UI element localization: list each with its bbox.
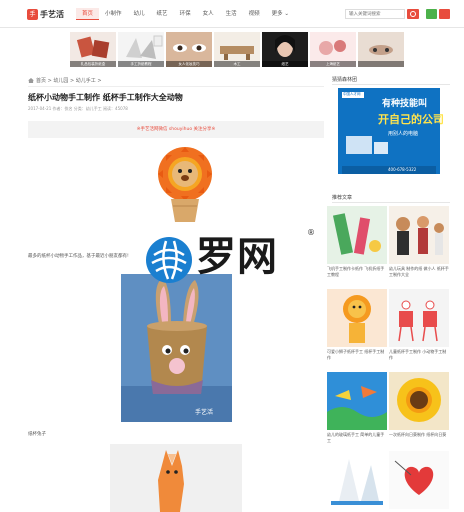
sidebar-ad[interactable]: 中国人才网 有种技能叫 开自己的公司 用别人的电脑 400-678-5322 <box>338 88 444 174</box>
article-meta: 2017-04-21 作者：佚名 分类：幼儿手工 阅读：45078 <box>28 106 128 111</box>
caption-paragraph: 纸杯兔子 <box>28 432 46 437</box>
featured-strip: 礼品包装折纸盒 手工折纸教程 女人化妆技巧 木工 纸艺 上海纸艺 <box>70 32 406 67</box>
sidebar-article-card[interactable]: 飞机手工制作卡纸作 飞机折纸手工教程 <box>327 206 387 277</box>
nav-eco[interactable]: 环保 <box>174 8 197 20</box>
nav-women[interactable]: 女人 <box>197 8 220 20</box>
nav-video[interactable]: 视频 <box>243 8 266 20</box>
article-thumb <box>327 206 387 264</box>
nav-life[interactable]: 生活 <box>220 8 243 20</box>
kangaroo-image <box>110 444 242 512</box>
strip-thumb[interactable]: 纸艺 <box>262 32 308 67</box>
wechat-icon[interactable] <box>426 9 437 19</box>
site-logo[interactable]: 手 手艺活 <box>27 8 64 20</box>
weibo-icon[interactable] <box>439 9 450 19</box>
sidebar-article-card[interactable]: 儿童纸杯手工制作 小动物手工制作 <box>389 289 449 360</box>
strip-thumb[interactable]: 木工 <box>214 32 260 67</box>
strip-thumb[interactable]: 女人化妆技巧 <box>166 32 212 67</box>
sidebar-article-card[interactable]: 一次纸杯向日葵制作 纸杯向日葵 <box>389 372 449 437</box>
article-thumb <box>327 372 387 430</box>
breadcrumb-text[interactable]: 首页 > 幼儿园 > 幼儿手工 > <box>36 77 102 84</box>
divider <box>332 84 450 85</box>
strip-caption: 女人化妆技巧 <box>166 61 212 67</box>
wechat-notice: ※手艺活网微信 shouyihuo 关注分享※ <box>28 121 324 138</box>
strip-caption: 礼品包装折纸盒 <box>70 61 116 67</box>
strip-caption: 木工 <box>214 61 260 67</box>
top-header: 手 手艺活 首页 小制作 幼儿 纸艺 环保 女人 生活 视频 更多 ⌄ <box>0 0 464 28</box>
ad-slogan: 有种技能叫 <box>382 99 428 109</box>
article-thumb <box>327 289 387 347</box>
strip-thumb[interactable]: 手工折纸教程 <box>118 32 164 67</box>
sidebar-ad-heading: 猜猜森林团 <box>332 77 358 83</box>
sidebar-article-card[interactable]: 可爱小狮子纸杯手工 纸杯手工制作 <box>327 289 387 360</box>
watermark-text: 罗网 <box>196 234 278 280</box>
sidebar-article-card[interactable]: 幼儿的玻璃纸手工 简单的儿童手工 <box>327 372 387 443</box>
breadcrumb: 首页 > 幼儿园 > 幼儿手工 > <box>28 77 102 84</box>
strip-caption: 手工折纸教程 <box>118 61 164 67</box>
article-thumb <box>389 289 449 347</box>
sidebar-article-card[interactable] <box>389 451 449 512</box>
article-thumb <box>389 451 449 509</box>
ad-big: 开自己的公司 <box>378 113 444 126</box>
article-thumb <box>389 206 449 264</box>
nav-more-label: 更多 <box>271 11 283 17</box>
home-icon[interactable] <box>28 78 34 83</box>
article-title: 纸杯小动物手工制作 纸杯手工制作大全动物 <box>28 93 183 102</box>
strip-caption <box>358 61 404 67</box>
logo-mark-icon: 手 <box>27 8 38 20</box>
lion-cup-image <box>143 144 227 224</box>
chevron-down-icon: ⌄ <box>284 11 289 17</box>
ad-sub: 用别人的电脑 <box>388 131 419 137</box>
sidebar-article-card[interactable] <box>327 451 387 512</box>
svg-text:手艺活: 手艺活 <box>195 408 213 416</box>
ad-brand: 中国人才网 <box>343 92 361 96</box>
article-thumb <box>389 372 449 430</box>
nav-small-crafts[interactable]: 小制作 <box>99 8 128 20</box>
search-input[interactable] <box>345 9 405 19</box>
nav-kids[interactable]: 幼儿 <box>128 8 151 20</box>
page: 手 手艺活 首页 小制作 幼儿 纸艺 环保 女人 生活 视频 更多 ⌄ 礼品包装… <box>0 0 464 512</box>
nav-home[interactable]: 首页 <box>76 8 100 20</box>
watermark-logo-icon <box>146 237 192 283</box>
strip-thumb[interactable]: 礼品包装折纸盒 <box>70 32 116 67</box>
sidebar-articles-heading: 推荐文章 <box>332 195 353 201</box>
article-caption: 幼儿玩具 制作的纸 做小人 纸杯手工制作大全 <box>389 266 449 277</box>
watermark-registered: ® <box>307 228 315 237</box>
nav-paper[interactable]: 纸艺 <box>151 8 174 20</box>
ad-phone: 400-678-5322 <box>388 167 417 172</box>
logo-text: 手艺活 <box>40 9 64 19</box>
article-caption: 幼儿的玻璃纸手工 简单的儿童手工 <box>327 432 385 443</box>
rabbit-cup-image: 手艺活 <box>121 274 232 422</box>
divider <box>28 86 324 87</box>
strip-thumb[interactable]: 上海纸艺 <box>310 32 356 67</box>
article-caption: 飞机手工制作卡纸作 飞机折纸手工教程 <box>327 266 385 277</box>
strip-thumb[interactable] <box>358 32 404 67</box>
sidebar-article-card[interactable]: 幼儿玩具 制作的纸 做小人 纸杯手工制作大全 <box>389 206 449 277</box>
article-caption: 一次纸杯向日葵制作 纸杯向日葵 <box>389 432 447 437</box>
article-caption: 儿童纸杯手工制作 小动物手工制作 <box>389 349 447 360</box>
nav-more[interactable]: 更多 ⌄ <box>266 8 295 20</box>
divider <box>332 202 450 203</box>
strip-caption: 纸艺 <box>262 61 308 67</box>
main-nav: 首页 小制作 幼儿 纸艺 环保 女人 生活 视频 更多 ⌄ <box>76 8 295 20</box>
intro-paragraph: 最多的纸杯小动物手工作品，基于最近小朋友都有! <box>28 254 129 259</box>
search-button[interactable] <box>407 9 419 19</box>
article-thumb <box>327 451 387 509</box>
article-caption: 可爱小狮子纸杯手工 纸杯手工制作 <box>327 349 385 360</box>
strip-caption: 上海纸艺 <box>310 61 356 67</box>
